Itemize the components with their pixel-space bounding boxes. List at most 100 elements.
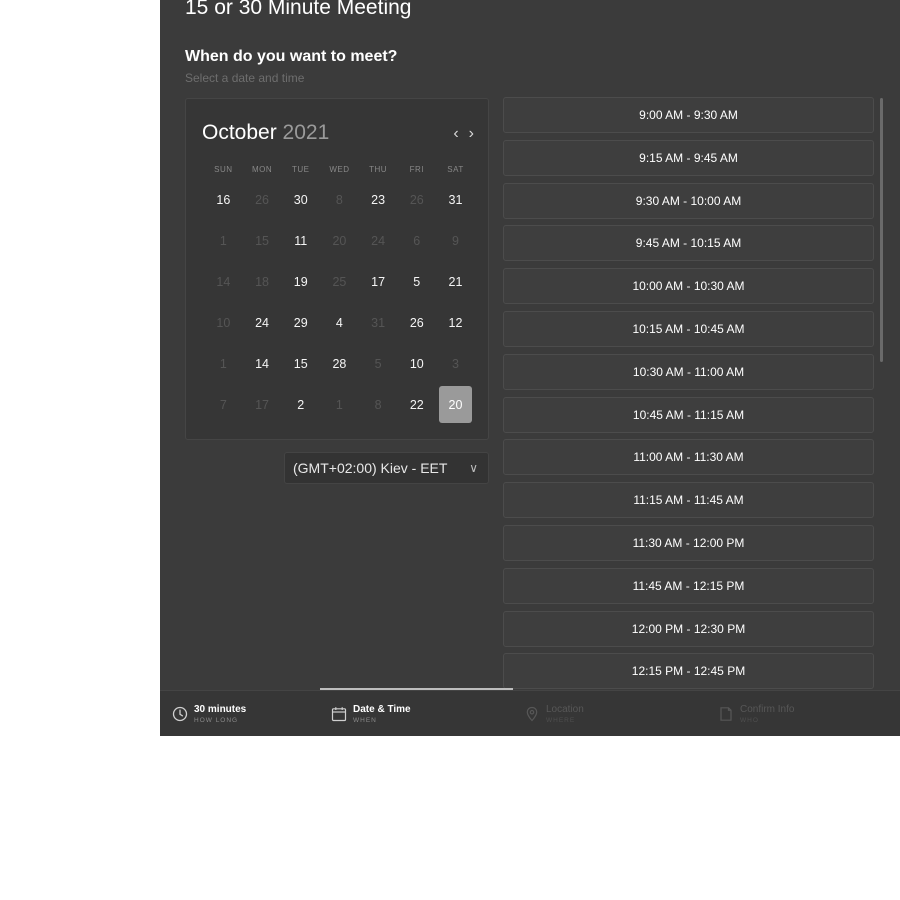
step-confirm[interactable]: Confirm Info WHO <box>718 691 794 736</box>
weekday-label: SAT <box>447 165 464 174</box>
calendar-day: 14 <box>216 274 231 289</box>
calendar-day[interactable]: 30 <box>281 179 320 220</box>
time-slot-button[interactable]: 10:30 AM - 11:00 AM <box>503 353 874 390</box>
step-location-label: Location <box>546 703 584 715</box>
calendar-day[interactable]: 24 <box>243 302 282 343</box>
step-datetime-text: Date & Time WHEN <box>353 704 411 724</box>
calendar: October 2021 ‹ › SUN MON TUE WED THU FRI SAT 1… <box>185 98 489 440</box>
calendar-day: 15 <box>255 233 269 248</box>
time-slot-button[interactable]: 9:30 AM - 10:00 AM <box>503 182 874 219</box>
calendar-day: 1 <box>219 233 227 248</box>
calendar-year: 2021 <box>282 121 330 144</box>
calendar-icon <box>331 706 347 722</box>
calendar-day: 17 <box>255 397 269 412</box>
chevron-left-icon[interactable]: ‹ <box>453 125 458 143</box>
time-slot-button[interactable]: 11:00 AM - 11:30 AM <box>503 439 874 476</box>
chevron-down-icon: ∨ <box>469 461 478 475</box>
time-slot-button[interactable]: 12:00 PM - 12:30 PM <box>503 610 874 647</box>
step-duration-text: 30 minutes HOW LONG <box>194 704 246 724</box>
calendar-day[interactable]: 29 <box>281 302 320 343</box>
calendar-day[interactable]: 12 <box>436 302 475 343</box>
calendar-day: 26 <box>409 192 424 207</box>
calendar-month-label: October 2021 <box>202 121 329 145</box>
weekday-label: SUN <box>214 165 233 174</box>
time-slot-button[interactable]: 11:15 AM - 11:45 AM <box>503 482 874 519</box>
calendar-day: 10 <box>216 315 231 330</box>
calendar-nav: ‹ › <box>453 125 474 143</box>
calendar-day: 8 <box>374 397 382 412</box>
calendar-day[interactable]: 16 <box>204 179 243 220</box>
time-slot-button[interactable]: 9:00 AM - 9:30 AM <box>503 97 874 133</box>
time-slot-button[interactable]: 9:15 AM - 9:45 AM <box>503 139 874 176</box>
calendar-day[interactable]: 2 <box>281 384 320 425</box>
time-slot-button[interactable]: 11:45 AM - 12:15 PM <box>503 567 874 604</box>
calendar-day: 26 <box>255 192 269 207</box>
step-location[interactable]: Location WHERE <box>524 691 584 736</box>
document-icon <box>718 706 734 722</box>
weekday-label: THU <box>369 165 388 174</box>
calendar-day[interactable]: 22 <box>397 384 436 425</box>
question-heading: When do you want to meet? <box>185 48 398 65</box>
scheduler-panel: 15 or 30 Minute Meeting When do you want… <box>160 0 900 736</box>
chevron-right-icon[interactable]: › <box>469 125 474 143</box>
timezone-select[interactable]: (GMT+02:00) Kiev - EET ∨ <box>284 452 489 484</box>
calendar-day[interactable]: 26 <box>397 302 436 343</box>
step-duration[interactable]: 30 minutes HOW LONG <box>172 691 246 736</box>
step-location-text: Location WHERE <box>546 704 584 724</box>
calendar-day: 18 <box>255 274 269 289</box>
calendar-day: 25 <box>332 274 347 289</box>
time-slot-button[interactable]: 9:45 AM - 10:15 AM <box>503 225 874 262</box>
calendar-day-selected[interactable]: 20 <box>438 386 472 423</box>
calendar-day[interactable]: 4 <box>320 302 359 343</box>
step-duration-sub: HOW LONG <box>194 716 239 724</box>
calendar-day[interactable]: 10 <box>397 343 436 384</box>
step-confirm-text: Confirm Info WHO <box>740 704 794 724</box>
calendar-day: 20 <box>332 233 347 248</box>
time-slot-button[interactable]: 10:15 AM - 10:45 AM <box>503 310 874 347</box>
time-slot-list: 9:00 AM - 9:30 AM 9:15 AM - 9:45 AM 9:30 A… <box>503 97 874 696</box>
calendar-day[interactable]: 23 <box>359 179 398 220</box>
question-subtitle: Select a date and time <box>185 71 305 85</box>
calendar-day[interactable]: 31 <box>436 179 475 220</box>
calendar-day[interactable]: 14 <box>243 343 282 384</box>
step-datetime-sub: WHEN <box>353 716 377 724</box>
steps-bar: 30 minutes HOW LONG Date & Time WHEN Loc… <box>160 688 900 736</box>
calendar-day: 1 <box>335 397 343 412</box>
step-location-sub: WHERE <box>546 716 576 724</box>
clock-icon <box>172 706 188 722</box>
calendar-days-grid: 16 26 30 8 23 26 31 1 15 11 20 24 6 9 14 18 19 25 17 5 21 10 2… <box>204 179 475 425</box>
calendar-day[interactable]: 19 <box>281 261 320 302</box>
weekday-label: WED <box>329 165 350 174</box>
calendar-day: 5 <box>374 356 382 371</box>
calendar-day: 8 <box>335 192 343 207</box>
calendar-day: 9 <box>451 233 459 248</box>
page-title: 15 or 30 Minute Meeting <box>185 0 412 19</box>
active-step-indicator <box>320 688 513 690</box>
calendar-day: 24 <box>371 233 386 248</box>
calendar-day[interactable]: 17 <box>359 261 398 302</box>
calendar-day: 31 <box>371 315 386 330</box>
step-confirm-sub: WHO <box>740 716 759 724</box>
timezone-value: (GMT+02:00) Kiev - EET <box>293 460 448 476</box>
weekday-label: MON <box>251 165 273 174</box>
calendar-day[interactable]: 15 <box>281 343 320 384</box>
step-datetime-label: Date & Time <box>353 703 411 715</box>
calendar-day: 3 <box>451 356 459 371</box>
weekday-label: TUE <box>291 165 310 174</box>
calendar-day[interactable]: 21 <box>436 261 475 302</box>
time-slot-button[interactable]: 12:15 PM - 12:45 PM <box>503 653 874 690</box>
step-duration-label: 30 minutes <box>194 703 247 715</box>
time-slot-button[interactable]: 10:45 AM - 11:15 AM <box>503 396 874 433</box>
time-slot-button[interactable]: 11:30 AM - 12:00 PM <box>503 524 874 561</box>
step-confirm-label: Confirm Info <box>740 703 795 715</box>
calendar-day[interactable]: 5 <box>397 261 436 302</box>
calendar-day: 7 <box>219 397 227 412</box>
calendar-day[interactable]: 11 <box>281 220 320 261</box>
step-datetime[interactable]: Date & Time WHEN <box>331 691 411 736</box>
time-slot-scrollbar[interactable] <box>880 98 883 362</box>
calendar-day: 6 <box>413 233 421 248</box>
calendar-month: October <box>202 121 277 144</box>
calendar-day[interactable]: 28 <box>320 343 359 384</box>
time-slot-button[interactable]: 10:00 AM - 10:30 AM <box>503 268 874 305</box>
weekday-label: FRI <box>409 165 424 174</box>
